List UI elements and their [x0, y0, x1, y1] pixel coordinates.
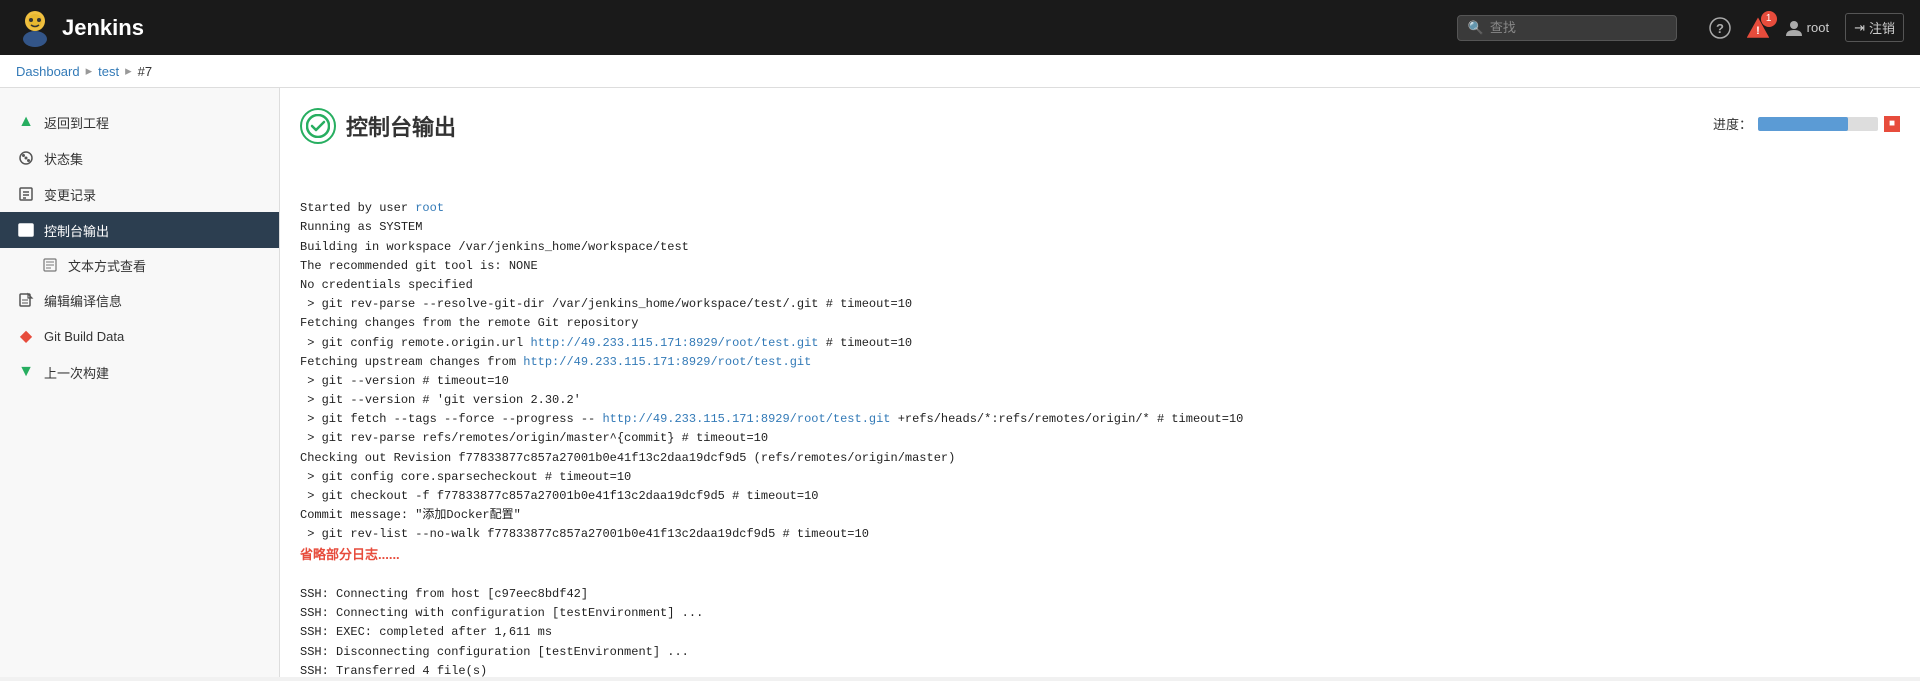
logout-label: 注销 [1869, 18, 1895, 37]
changes-icon [16, 184, 36, 204]
sidebar-item-changes[interactable]: 变更记录 [0, 176, 279, 212]
sidebar-item-textview[interactable]: 文本方式查看 [0, 248, 279, 282]
sidebar-label-console: 控制台输出 [44, 221, 109, 240]
logo[interactable]: Jenkins [16, 9, 144, 47]
console-cmd-4: > git --version # 'git version 2.30.2' [300, 393, 581, 407]
breadcrumb-arrow-2: ▸ [125, 63, 132, 79]
help-button[interactable]: ? [1709, 17, 1731, 39]
sidebar-item-prevbuild[interactable]: ▼ 上一次构建 [0, 354, 279, 390]
sidebar-label-prevbuild: 上一次构建 [44, 363, 109, 382]
sidebar-item-gitbuild[interactable]: ◆ Git Build Data [0, 318, 279, 354]
back-icon: ▲ [16, 112, 36, 132]
progress-label: 进度： [1713, 114, 1752, 133]
page-title-row: 控制台输出 [300, 108, 456, 144]
header: Jenkins 🔍 ? ! 1 root ⇥ [0, 0, 1920, 55]
search-input[interactable] [1490, 20, 1660, 35]
git-url-3[interactable]: http://49.233.115.171:8929/root/test.git [602, 412, 890, 426]
sidebar-item-status[interactable]: 状态集 [0, 140, 279, 176]
console-output: Started by user root Running as SYSTEM B… [300, 180, 1900, 677]
progress-fill [1758, 117, 1848, 131]
sidebar-item-back[interactable]: ▲ 返回到工程 [0, 104, 279, 140]
sidebar-label-editnotes: 编辑编译信息 [44, 291, 122, 310]
gitbuild-icon: ◆ [16, 326, 36, 346]
status-icon [16, 148, 36, 168]
svg-text:?: ? [1716, 21, 1724, 36]
breadcrumb-dashboard[interactable]: Dashboard [16, 64, 80, 79]
editnotes-icon [16, 290, 36, 310]
sidebar-label-changes: 变更记录 [44, 185, 96, 204]
success-icon [300, 108, 336, 144]
sidebar-label-textview: 文本方式查看 [68, 256, 146, 275]
console-omit: 省略部分日志...... [300, 547, 400, 562]
sidebar-label-back: 返回到工程 [44, 113, 109, 132]
alert-count: 1 [1761, 11, 1777, 27]
sidebar: ▲ 返回到工程 状态集 变更记录 控制台输出 文本方式查看 [0, 88, 280, 677]
page-title: 控制台输出 [346, 110, 456, 142]
user-icon [1785, 19, 1803, 37]
console-line-1: Started by user root Running as SYSTEM B… [300, 201, 1243, 541]
search-box[interactable]: 🔍 [1457, 15, 1677, 41]
logout-icon: ⇥ [1854, 20, 1865, 36]
header-actions: 🔍 ? ! 1 root ⇥ 注销 [1457, 13, 1904, 42]
breadcrumb-build: #7 [138, 64, 152, 79]
console-cmd-7: > git config core.sparsecheckout # timeo… [300, 470, 631, 484]
user-link[interactable]: root [415, 201, 444, 215]
console-cmd-8: > git checkout -f f77833877c857a27001b0e… [300, 489, 819, 503]
stop-build-button[interactable]: ■ [1884, 116, 1900, 132]
breadcrumb-arrow-1: ▸ [86, 63, 93, 79]
question-icon: ? [1709, 17, 1731, 39]
console-cmd-3: > git --version # timeout=10 [300, 374, 509, 388]
search-icon: 🔍 [1468, 20, 1484, 36]
sidebar-label-status: 状态集 [44, 149, 83, 168]
prevbuild-icon: ▼ [16, 362, 36, 382]
sidebar-item-editnotes[interactable]: 编辑编译信息 [0, 282, 279, 318]
user-menu[interactable]: root [1785, 19, 1829, 37]
breadcrumb: Dashboard ▸ test ▸ #7 [0, 55, 1920, 88]
textview-icon [40, 255, 60, 275]
jenkins-title: Jenkins [62, 15, 144, 41]
console-icon [16, 220, 36, 240]
git-url-2[interactable]: http://49.233.115.171:8929/root/test.git [523, 355, 811, 369]
git-url-1[interactable]: http://49.233.115.171:8929/root/test.git [530, 336, 818, 350]
layout: ▲ 返回到工程 状态集 变更记录 控制台输出 文本方式查看 [0, 88, 1920, 677]
console-cmd-2: > git config remote.origin.url http://49… [300, 336, 912, 350]
stop-icon: ■ [1889, 118, 1895, 129]
sidebar-item-console[interactable]: 控制台输出 [0, 212, 279, 248]
console-ssh-lines: SSH: Connecting from host [c97eec8bdf42]… [300, 587, 703, 677]
main-content: 控制台输出 进度： ■ Started by user root Running… [280, 88, 1920, 677]
progress-bar [1758, 117, 1878, 131]
progress-area: 进度： ■ [1713, 114, 1900, 133]
breadcrumb-test[interactable]: test [98, 64, 119, 79]
console-cmd-9: > git rev-list --no-walk f77833877c857a2… [300, 527, 869, 541]
svg-text:!: ! [1756, 25, 1760, 37]
alert-button[interactable]: ! 1 [1747, 17, 1769, 39]
console-cmd-6: > git rev-parse refs/remotes/origin/mast… [300, 431, 768, 445]
logout-button[interactable]: ⇥ 注销 [1845, 13, 1904, 42]
user-label: root [1807, 20, 1829, 35]
jenkins-logo-icon [16, 9, 54, 47]
console-cmd-5: > git fetch --tags --force --progress --… [300, 412, 1243, 426]
console-cmd-1: > git rev-parse --resolve-git-dir /var/j… [300, 297, 912, 311]
sidebar-label-gitbuild: Git Build Data [44, 329, 124, 344]
